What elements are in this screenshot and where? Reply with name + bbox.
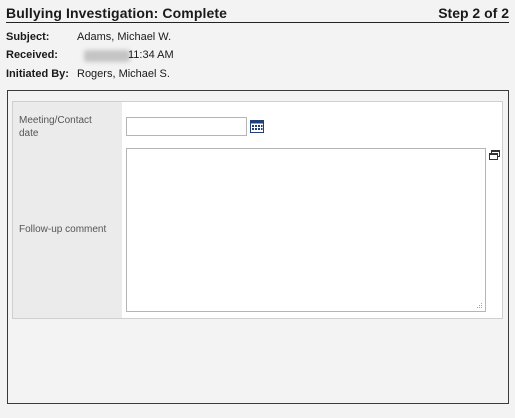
subject-value: Adams, Michael W. bbox=[77, 31, 172, 43]
received-time: 11:34 AM bbox=[128, 49, 174, 61]
expand-window-icon[interactable] bbox=[489, 150, 500, 160]
resize-grip-icon[interactable] bbox=[475, 301, 483, 309]
meeting-date-label: Meeting/Contact date bbox=[19, 115, 92, 139]
calendar-icon[interactable] bbox=[250, 120, 264, 133]
form-panel: Meeting/Contact date Follow-up comment bbox=[7, 90, 509, 404]
page-header: Bullying Investigation: Complete Step 2 … bbox=[6, 5, 509, 23]
followup-comment-label: Follow-up comment bbox=[19, 224, 107, 235]
label-column: Meeting/Contact date Follow-up comment bbox=[13, 102, 122, 318]
received-label: Received: bbox=[6, 49, 58, 61]
redacted-date bbox=[84, 50, 130, 62]
followup-form: Meeting/Contact date Follow-up comment bbox=[12, 101, 503, 319]
meeting-date-input[interactable] bbox=[126, 117, 247, 136]
subject-label: Subject: bbox=[6, 31, 50, 43]
initiated-label: Initiated By: bbox=[6, 68, 69, 80]
page-title: Bullying Investigation: Complete bbox=[6, 5, 227, 21]
step-indicator: Step 2 of 2 bbox=[438, 5, 509, 21]
initiated-value: Rogers, Michael S. bbox=[77, 68, 170, 80]
followup-comment-textarea[interactable] bbox=[126, 148, 486, 312]
